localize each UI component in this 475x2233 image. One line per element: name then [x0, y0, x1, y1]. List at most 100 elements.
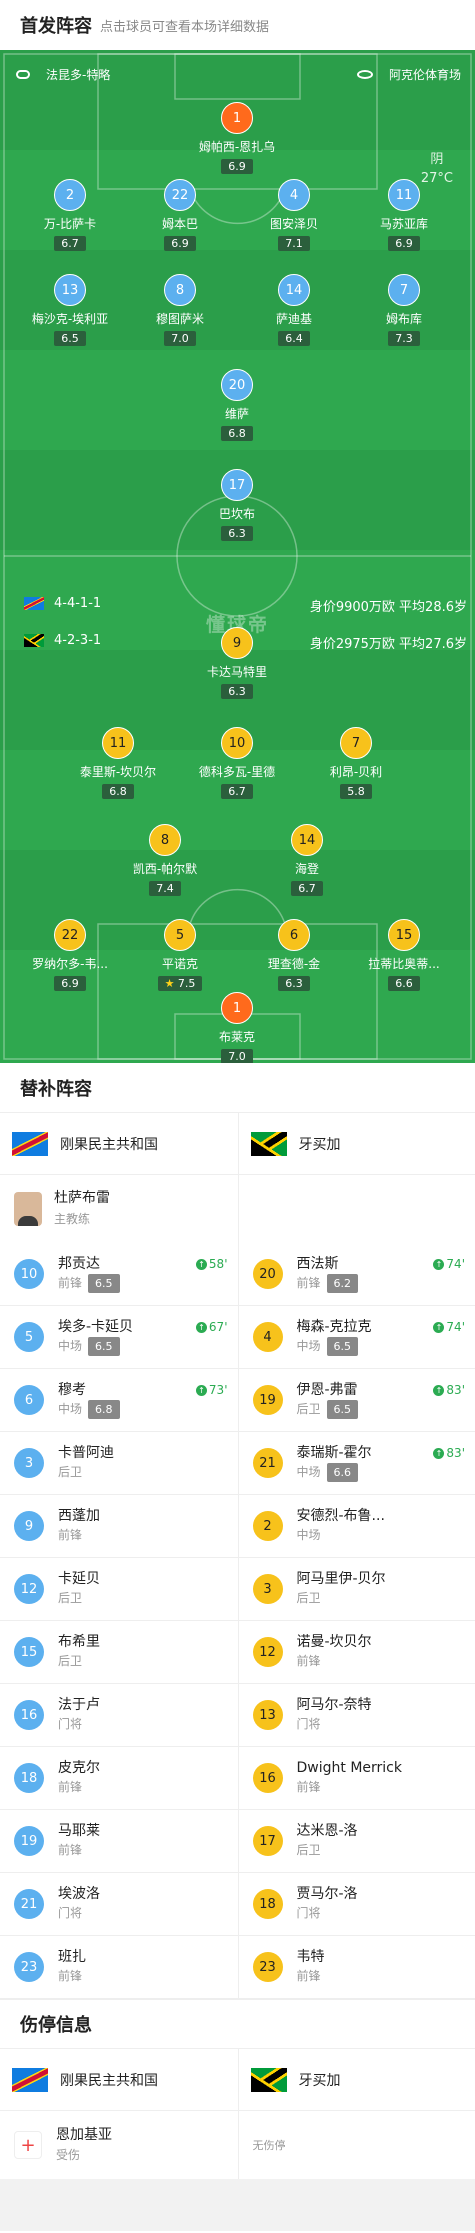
sub-player[interactable]: 20 西法斯 前锋 6.2 ↑ 74': [238, 1243, 475, 1306]
sub-player[interactable]: 9 西蓬加 前锋: [0, 1495, 238, 1558]
player-number: 9: [221, 627, 253, 659]
home-injury-header[interactable]: 刚果民主共和国: [0, 2049, 238, 2111]
home-player[interactable]: 2 万-比萨卡 6.7: [15, 179, 125, 251]
sub-player[interactable]: 13 阿马尔-奈特 门将: [238, 1684, 475, 1747]
player-number: 20: [221, 369, 253, 401]
sub-rating: 6.5: [88, 1337, 120, 1356]
sub-player[interactable]: 19 伊恩-弗雷 后卫 6.5 ↑ 83': [238, 1369, 475, 1432]
sub-number: 18: [14, 1763, 44, 1793]
sub-position: 前锋: [58, 1843, 83, 1857]
coach-role: 主教练: [54, 1212, 91, 1226]
sub-position: 中场: [58, 1339, 83, 1353]
home-player[interactable]: 20 维萨 6.8: [182, 369, 292, 441]
sub-player[interactable]: 17 达米恩-洛 后卫: [238, 1810, 475, 1873]
sub-player[interactable]: 23 班扎 前锋: [0, 1936, 238, 1999]
home-coach[interactable]: 杜萨布雷 主教练: [0, 1175, 238, 1243]
away-formation-row: 4-2-3-1: [24, 633, 101, 648]
home-player[interactable]: 17 巴坎布 6.3: [182, 469, 292, 541]
sub-number: 16: [252, 1763, 283, 1793]
sub-number: 9: [14, 1511, 44, 1541]
sub-player[interactable]: 12 卡延贝 后卫: [0, 1558, 238, 1621]
injury-title: 伤停信息: [0, 1999, 475, 2049]
away-injury-header[interactable]: 牙买加: [238, 2049, 475, 2111]
injured-player[interactable]: + 恩加基亚 受伤: [0, 2111, 238, 2179]
home-coach-name: 法昆多-特略: [46, 68, 111, 82]
away-player[interactable]: 10 德科多瓦-里德 6.7: [182, 727, 292, 799]
sub-player[interactable]: 3 卡普阿迪 后卫: [0, 1432, 238, 1495]
away-player[interactable]: 22 罗纳尔多-韦... 6.9: [15, 919, 125, 991]
sub-player[interactable]: 21 埃波洛 门将: [0, 1873, 238, 1936]
sub-position: 门将: [296, 1717, 321, 1731]
sub-player[interactable]: 18 贾马尔-洛 门将: [238, 1873, 475, 1936]
sub-player[interactable]: 23 韦特 前锋: [238, 1936, 475, 1999]
home-team-header[interactable]: 刚果民主共和国: [0, 1113, 238, 1175]
sub-player[interactable]: 15 布希里 后卫: [0, 1621, 238, 1684]
away-player[interactable]: 7 利昂-贝利 5.8: [301, 727, 411, 799]
away-player[interactable]: 9 卡达马特里 6.3: [182, 627, 292, 699]
player-rating: 6.7: [54, 236, 86, 251]
sub-number: 23: [252, 1952, 283, 1982]
jamaica-flag-icon: [250, 2067, 287, 2092]
home-player[interactable]: 14 萨迪基 6.4: [239, 274, 349, 346]
player-rating: 6.3: [221, 684, 253, 699]
sub-on-minute: 73': [208, 1383, 228, 1397]
home-player[interactable]: 8 穆图萨米 7.0: [125, 274, 235, 346]
player-name: 罗纳尔多-韦...: [32, 957, 108, 971]
injured-player-status: 受伤: [56, 2148, 81, 2162]
sub-position: 前锋: [58, 1780, 83, 1794]
sub-player[interactable]: 6 穆考 中场 6.8 ↑ 73': [0, 1369, 238, 1432]
sub-player[interactable]: 16 Dwight Merrick 前锋: [238, 1747, 475, 1810]
away-player[interactable]: 14 海登 6.7: [252, 824, 362, 896]
home-player[interactable]: 4 图安泽贝 7.1: [239, 179, 349, 251]
player-name: 利昂-贝利: [329, 765, 383, 779]
sub-player[interactable]: 18 皮克尔 前锋: [0, 1747, 238, 1810]
away-player[interactable]: 8 凯西-帕尔默 7.4: [110, 824, 220, 896]
sub-position: 后卫: [58, 1591, 83, 1605]
injured-player-name: 恩加基亚: [56, 2127, 112, 2143]
player-name: 海登: [294, 862, 319, 876]
player-rating: 6.9: [54, 976, 86, 991]
home-player[interactable]: 1 姆帕西-恩扎乌 6.9: [182, 102, 292, 174]
home-player[interactable]: 13 梅沙克-埃利亚 6.5: [15, 274, 125, 346]
sub-on-icon: ↑: [195, 1384, 207, 1396]
away-player[interactable]: 1 布莱克 7.0: [182, 992, 292, 1063]
player-name: 万-比萨卡: [43, 217, 97, 231]
player-rating: 6.7: [291, 881, 323, 896]
sub-player[interactable]: 21 泰瑞斯-霍尔 中场 6.6 ↑ 83': [238, 1432, 475, 1495]
whistle-icon: [16, 70, 30, 79]
sub-player[interactable]: 5 埃多-卡延贝 中场 6.5 ↑ 67': [0, 1306, 238, 1369]
away-player[interactable]: 6 理查德-金 6.3: [239, 919, 349, 991]
sub-position: 前锋: [58, 1276, 83, 1290]
sub-player[interactable]: 3 阿马里伊-贝尔 后卫: [238, 1558, 475, 1621]
rating-value: 6.3: [285, 977, 303, 990]
sub-position: 前锋: [296, 1654, 321, 1668]
drc-flag-icon: [12, 1131, 48, 1156]
sub-player[interactable]: 4 梅森-克拉克 中场 6.5 ↑ 74': [238, 1306, 475, 1369]
sub-player[interactable]: 10 邦贡达 前锋 6.5 ↑ 58': [0, 1243, 238, 1306]
home-player[interactable]: 11 马苏亚库 6.9: [349, 179, 459, 251]
away-player[interactable]: 15 拉蒂比奥蒂... 6.6: [349, 919, 459, 991]
player-name: 姆布库: [385, 312, 422, 326]
sub-player[interactable]: 12 诺曼-坎贝尔 前锋: [238, 1621, 475, 1684]
sub-player[interactable]: 19 马耶莱 前锋: [0, 1810, 238, 1873]
away-player[interactable]: 5 平诺克 ★ 7.5: [125, 919, 235, 991]
sub-number: 20: [252, 1259, 283, 1289]
home-player[interactable]: 22 姆本巴 6.9: [125, 179, 235, 251]
player-name: 马苏亚库: [379, 217, 428, 231]
player-rating: 5.8: [340, 784, 372, 799]
sub-player[interactable]: 16 法于卢 门将: [0, 1684, 238, 1747]
player-rating: 7.0: [221, 1049, 253, 1063]
sub-number: 21: [14, 1889, 44, 1919]
sub-on-minute: 74': [446, 1320, 465, 1334]
away-team-header[interactable]: 牙买加: [238, 1113, 475, 1175]
away-player[interactable]: 11 泰里斯-坎贝尔 6.8: [63, 727, 173, 799]
sub-name: 梅森-克拉克: [296, 1319, 372, 1335]
sub-name: 伊恩-弗雷: [296, 1382, 358, 1398]
home-player[interactable]: 7 姆布库 7.3: [349, 274, 459, 346]
player-rating: 6.8: [102, 784, 134, 799]
sub-on-minute: 58': [208, 1257, 228, 1271]
sub-number: 19: [252, 1385, 283, 1415]
sub-player[interactable]: 2 安德烈-布鲁... 中场: [238, 1495, 475, 1558]
rating-value: 6.8: [228, 427, 246, 440]
sub-position: 前锋: [296, 1969, 321, 1983]
